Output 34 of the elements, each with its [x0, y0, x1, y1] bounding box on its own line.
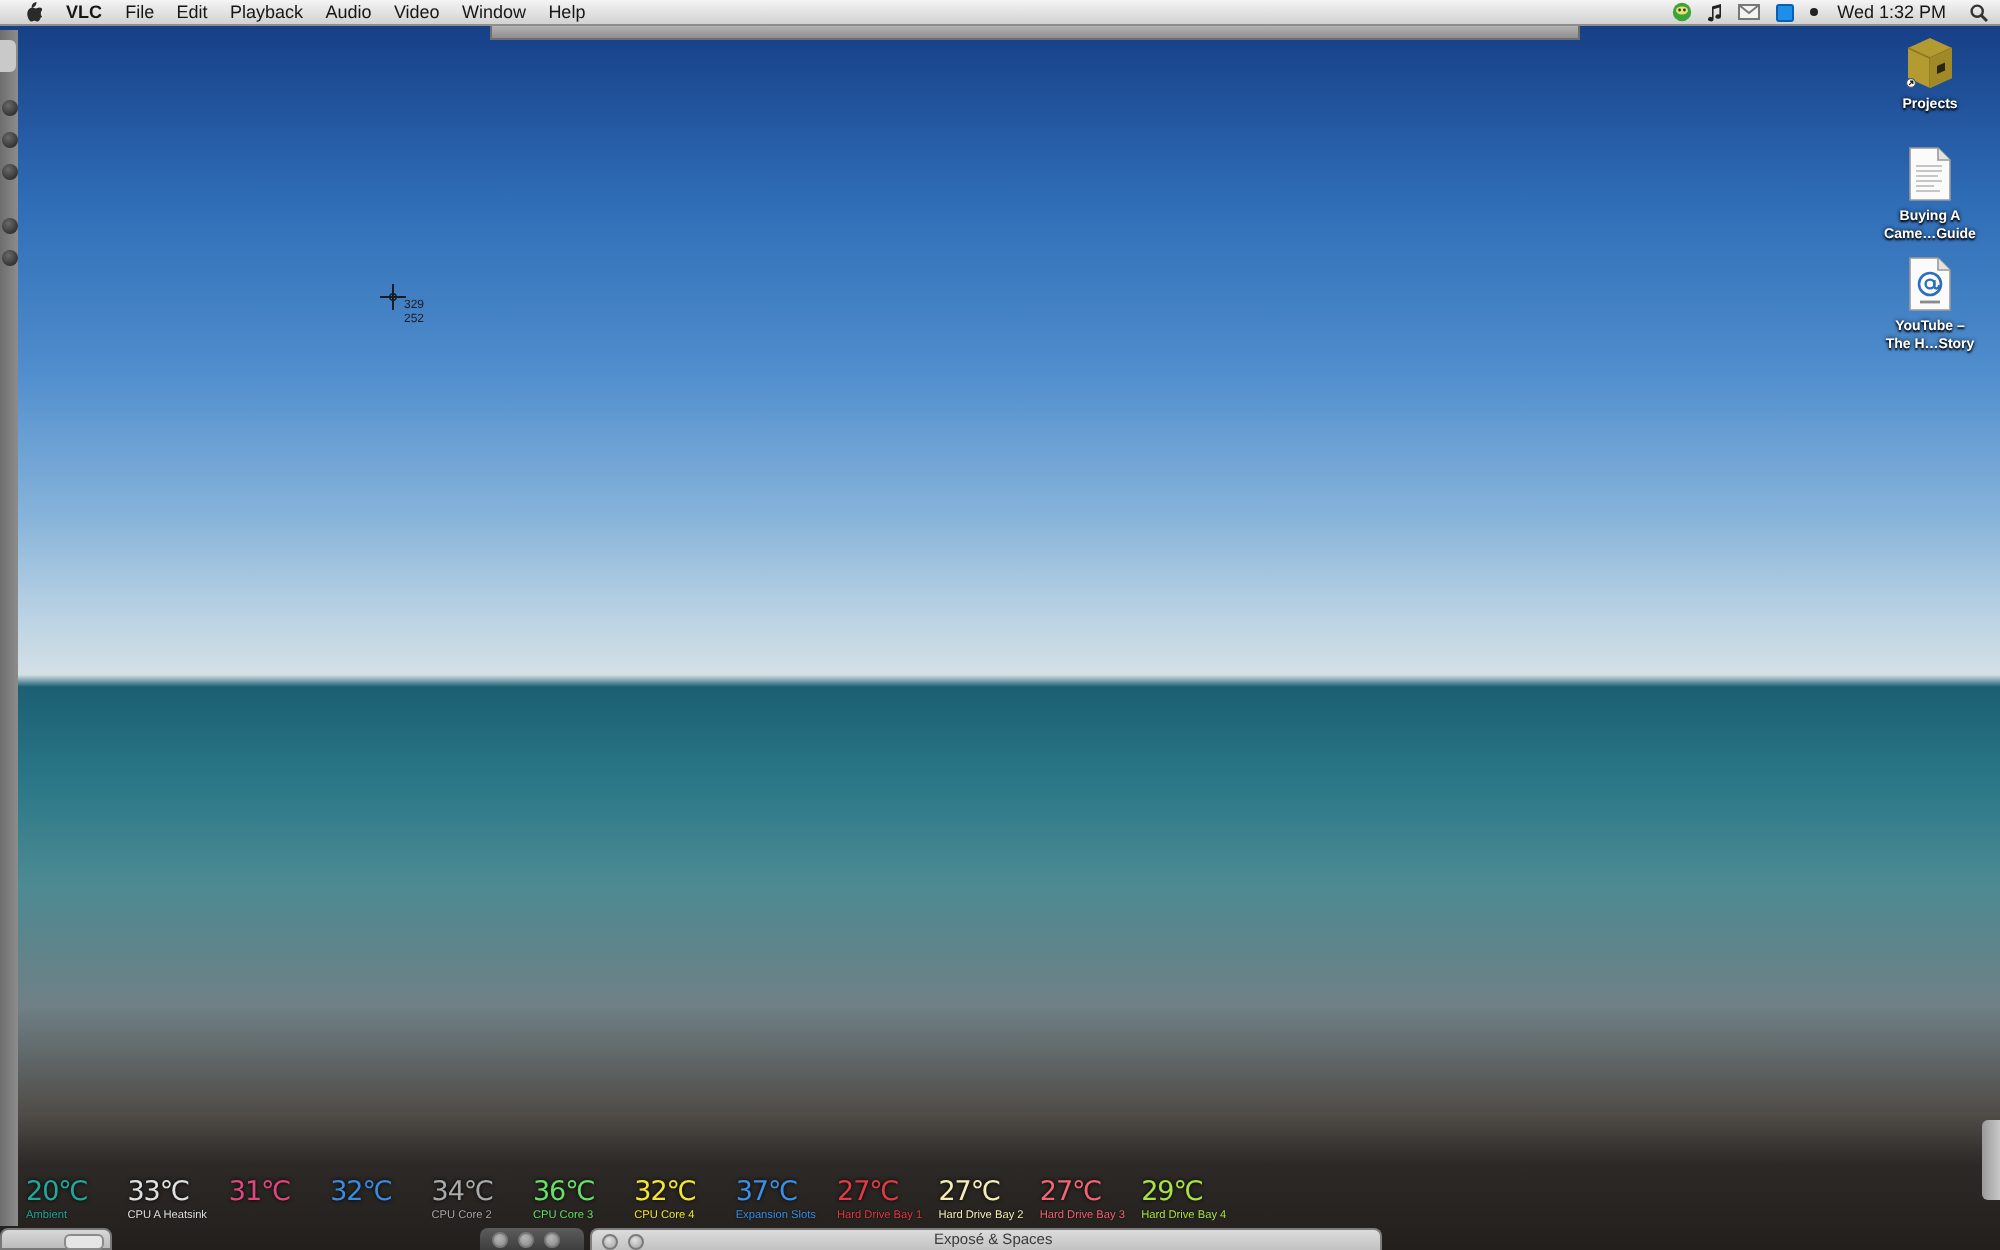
menu-item[interactable]: Playback [218, 1, 315, 23]
envelope-icon[interactable] [1737, 4, 1760, 20]
app-menu[interactable]: VLC [58, 1, 114, 23]
square-icon[interactable] [1775, 3, 1794, 21]
temperature-reading: 33℃ [127, 1176, 190, 1210]
temperature-reading: 37℃ [735, 1176, 798, 1210]
temperature-reading: 27℃ [1039, 1176, 1102, 1210]
temperature-reading: 32℃ [330, 1176, 392, 1210]
menu-item[interactable]: Video [382, 1, 451, 23]
temperature-reading: 29℃ [1141, 1176, 1203, 1210]
menu-item[interactable]: Audio [314, 1, 383, 23]
temperature-reading: 20℃ [26, 1176, 88, 1210]
window-edge [1982, 1120, 2000, 1200]
menu-item[interactable]: File [114, 1, 166, 23]
apple-icon[interactable] [24, 2, 42, 22]
dot-icon[interactable] [1809, 8, 1818, 16]
temperature-reading: 36℃ [532, 1176, 595, 1210]
temperature-reading: 34℃ [431, 1176, 494, 1210]
temperature-reading: 27℃ [837, 1176, 899, 1210]
temperature-reading: 27℃ [938, 1176, 1001, 1210]
box-icon[interactable] [1904, 36, 1956, 90]
web-link-document-icon[interactable] [1908, 256, 1952, 312]
music-note-icon[interactable] [1707, 3, 1722, 21]
document-icon[interactable] [1908, 146, 1952, 202]
status-icon[interactable] [1671, 2, 1692, 22]
temperature-reading: 32℃ [634, 1176, 696, 1210]
menu-item[interactable]: Help [537, 1, 597, 23]
temperature-reading: 31℃ [228, 1176, 291, 1210]
window-control[interactable] [64, 1234, 104, 1250]
menu-item[interactable]: Window [450, 1, 538, 23]
menu-clock[interactable]: Wed 1:32 PM [1837, 1, 1946, 23]
menu-item[interactable]: Edit [165, 1, 219, 23]
crosshair-cursor-icon [380, 284, 406, 310]
search-icon[interactable] [1970, 3, 1988, 21]
